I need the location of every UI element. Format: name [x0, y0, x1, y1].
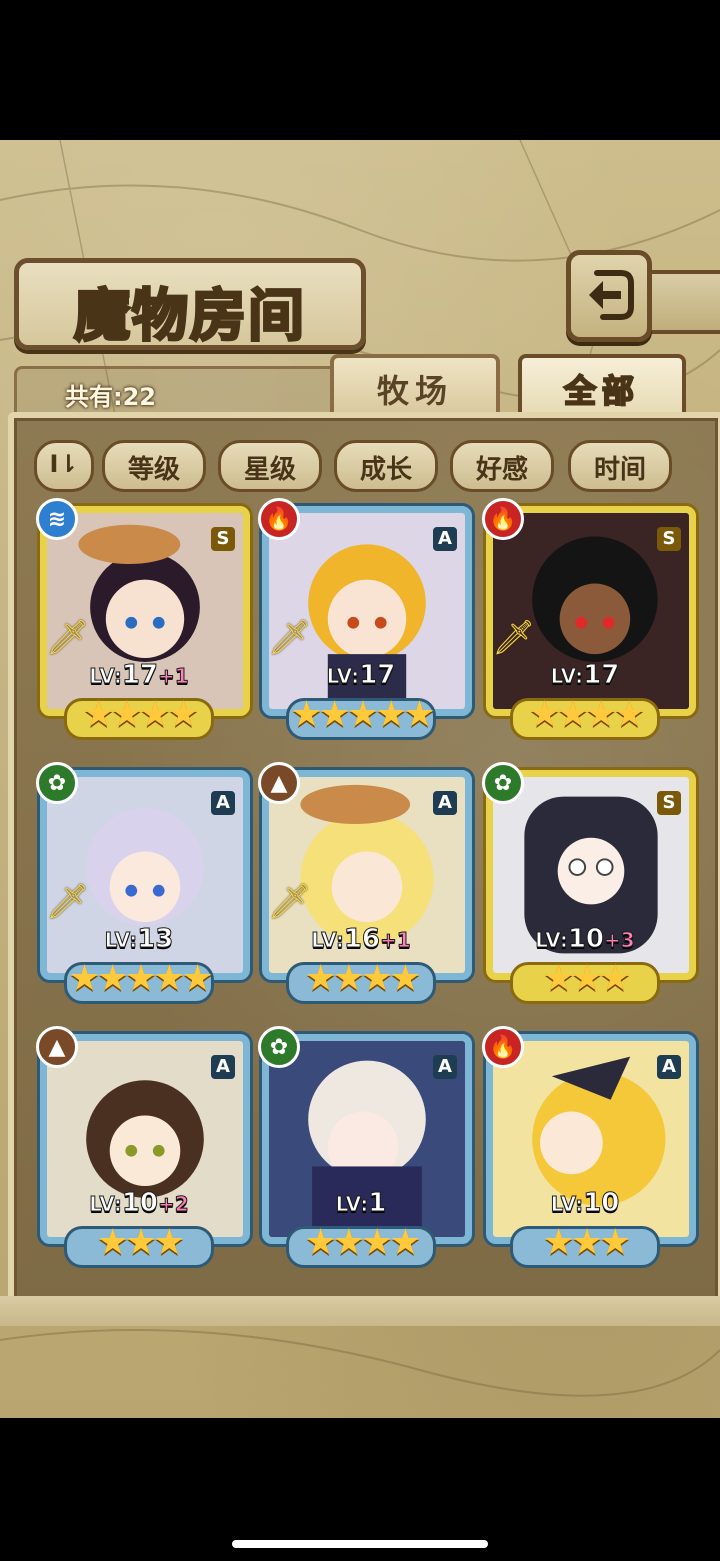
sort-order-icon: I⇂	[49, 450, 79, 478]
sort-level-label: 等级	[127, 455, 180, 485]
level-label: LV:17	[326, 660, 396, 691]
water-element-icon: ≋	[36, 498, 78, 540]
star-rating: ★★★★	[304, 958, 421, 999]
sort-level-button[interactable]: 等级	[102, 440, 206, 492]
tab-all-label: 全部	[563, 371, 640, 411]
fire-element-icon: 🔥	[482, 1026, 524, 1068]
level-label: LV:16+1	[311, 924, 411, 955]
sort-growth-label: 成长	[359, 455, 412, 485]
sword-icon: 🗡	[492, 618, 536, 658]
tab-all[interactable]: 全部	[518, 354, 686, 416]
count-plate: 共有:22	[14, 366, 347, 415]
monster-card[interactable]: A ✿ LV:1 ★★★★	[258, 1026, 472, 1268]
sort-time-label: 时间	[593, 455, 646, 485]
tab-ranch-label: 牧场	[376, 372, 453, 410]
sort-star-label: 星级	[243, 455, 296, 485]
earth-element-icon: ▲	[36, 1026, 78, 1068]
star-rating: ★★★★★	[68, 958, 213, 999]
sort-star-button[interactable]: 星级	[218, 440, 322, 492]
level-label: LV:1	[335, 1188, 387, 1219]
wood-element-icon: ✿	[36, 762, 78, 804]
rank-badge: A	[433, 527, 457, 551]
panel-bottom-rail	[0, 1296, 720, 1326]
back-rail	[640, 270, 720, 334]
monster-room-screen: 魔物房间 共有:22 牧场 全部 I⇂ 等级 星级 成长 好感 时间 S ≋ 🗡…	[0, 140, 720, 1418]
title-plate: 魔物房间	[14, 258, 366, 351]
sword-icon: 🗡	[46, 882, 90, 922]
star-rating: ★★★	[96, 1222, 186, 1263]
monster-card[interactable]: S 🔥 🗡 LV:17 ★★★★	[482, 498, 696, 740]
rank-badge: A	[657, 1055, 681, 1079]
sort-order-toggle[interactable]: I⇂	[34, 440, 94, 492]
sort-time-button[interactable]: 时间	[568, 440, 672, 492]
rank-badge: A	[433, 1055, 457, 1079]
earth-element-icon: ▲	[258, 762, 300, 804]
sword-icon: 🗡	[268, 882, 312, 922]
level-label: LV:13	[104, 924, 174, 955]
fire-element-icon: 🔥	[482, 498, 524, 540]
rank-badge: A	[211, 791, 235, 815]
rank-badge: S	[657, 791, 681, 815]
star-rating: ★★★★	[82, 694, 199, 735]
monster-count: 共有:22	[65, 383, 156, 411]
fire-element-icon: 🔥	[258, 498, 300, 540]
tab-ranch[interactable]: 牧场	[330, 354, 500, 416]
monster-card[interactable]: S ≋ 🗡 LV:17+1 ★★★★	[36, 498, 250, 740]
sort-affection-button[interactable]: 好感	[450, 440, 554, 492]
level-label: LV:10+2	[89, 1188, 189, 1219]
monster-card[interactable]: A ✿ 🗡 LV:13 ★★★★★	[36, 762, 250, 1004]
level-label: LV:17+1	[89, 660, 189, 691]
star-rating: ★★★	[542, 958, 632, 999]
star-rating: ★★★	[542, 1222, 632, 1263]
home-indicator[interactable]	[232, 1540, 488, 1548]
rank-badge: S	[657, 527, 681, 551]
level-label: LV:10	[550, 1188, 620, 1219]
status-bar-area	[0, 0, 720, 140]
level-label: LV:10+3	[535, 924, 635, 955]
rank-badge: S	[211, 527, 235, 551]
sort-growth-button[interactable]: 成长	[334, 440, 438, 492]
back-button[interactable]	[566, 250, 652, 342]
monster-card[interactable]: A ▲ 🗡 LV:16+1 ★★★★	[258, 762, 472, 1004]
wood-element-icon: ✿	[482, 762, 524, 804]
wood-element-icon: ✿	[258, 1026, 300, 1068]
monster-card[interactable]: A 🔥 🗡 LV:17 ★★★★★	[258, 498, 472, 740]
sword-icon: 🗡	[46, 618, 90, 658]
monster-card[interactable]: A 🔥 LV:10 ★★★	[482, 1026, 696, 1268]
monster-card[interactable]: S ✿ LV:10+3 ★★★	[482, 762, 696, 1004]
sword-icon: 🗡	[268, 618, 312, 658]
star-rating: ★★★★★	[290, 694, 435, 735]
back-arrow-icon	[589, 270, 634, 320]
star-rating: ★★★★	[304, 1222, 421, 1263]
level-label: LV:17	[550, 660, 620, 691]
star-rating: ★★★★	[528, 694, 645, 735]
rank-badge: A	[433, 791, 457, 815]
page-title: 魔物房间	[73, 282, 306, 351]
monster-card[interactable]: A ▲ LV:10+2 ★★★	[36, 1026, 250, 1268]
rank-badge: A	[211, 1055, 235, 1079]
sort-affection-label: 好感	[475, 455, 528, 485]
